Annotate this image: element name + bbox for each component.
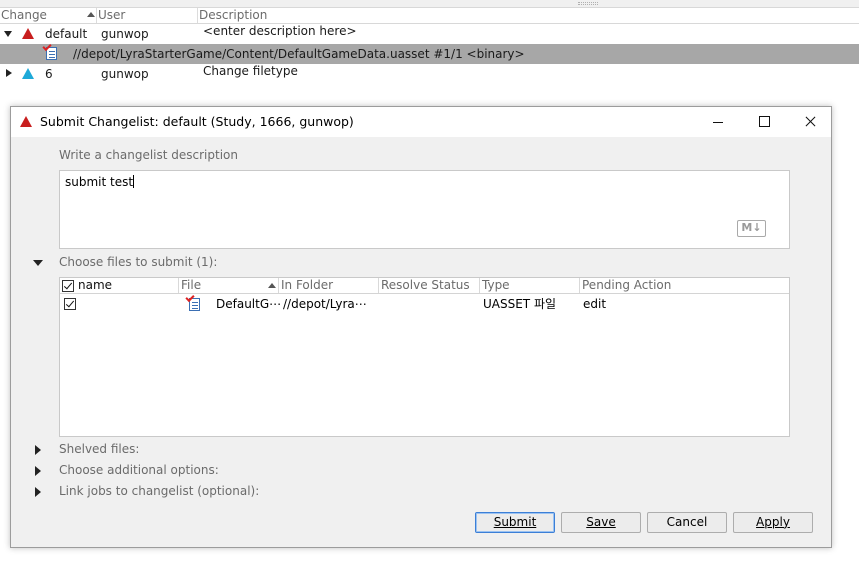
sort-ascending-icon — [268, 283, 276, 288]
col-type-label: Type — [482, 278, 510, 292]
changelist-file-row[interactable]: //depot/LyraStarterGame/Content/DefaultG… — [0, 44, 859, 64]
file-path: //depot/LyraStarterGame/Content/DefaultG… — [73, 47, 525, 61]
splitter-grip[interactable] — [578, 2, 598, 5]
description-label: Write a changelist description — [59, 148, 238, 162]
col-name-label: name — [78, 278, 113, 292]
dialog-title: Submit Changelist: default (Study, 1666,… — [40, 114, 354, 129]
additional-options-label[interactable]: Choose additional options: — [59, 463, 219, 477]
col-type[interactable]: Type — [480, 278, 580, 293]
description-value-wrap: submit test — [65, 174, 135, 190]
shelved-expand-icon[interactable] — [35, 445, 41, 455]
table-row[interactable]: DefaultG⋯ //depot/Lyra⋯ UASSET 파일 edit — [60, 295, 789, 313]
file-cell: DefaultG⋯ — [216, 297, 282, 311]
col-file[interactable]: File — [179, 278, 279, 293]
file-checkbox[interactable] — [64, 298, 76, 310]
col-in-folder[interactable]: In Folder — [279, 278, 379, 293]
col-name[interactable]: name — [60, 278, 179, 293]
pending-changelist-icon — [22, 68, 34, 79]
options-expand-icon[interactable] — [35, 466, 41, 476]
save-button-label: Save — [586, 515, 616, 529]
header-change-label: Change — [1, 8, 47, 22]
sort-ascending-icon — [87, 12, 95, 17]
cancel-button[interactable]: Cancel — [647, 512, 727, 533]
files-table: name File In Folder Resolve Status Type … — [59, 277, 790, 437]
header-user[interactable]: User — [97, 8, 198, 23]
change-name: default — [45, 27, 88, 41]
col-resolve-status[interactable]: Resolve Status — [379, 278, 480, 293]
top-strip — [0, 0, 859, 7]
text-caret — [133, 175, 135, 188]
type-cell: UASSET 파일 — [483, 297, 557, 311]
shelved-files-label[interactable]: Shelved files: — [59, 442, 139, 456]
files-table-header: name File In Folder Resolve Status Type … — [60, 278, 789, 294]
collapse-arrow-icon[interactable] — [4, 31, 12, 37]
changelist-row-6[interactable]: 6 gunwop Change filetype — [0, 64, 859, 84]
description-textarea[interactable]: submit test M↓ — [59, 170, 790, 249]
checked-out-file-icon — [46, 47, 57, 60]
changelist-row-default[interactable]: default gunwop <enter description here> — [0, 24, 859, 44]
files-section-collapse-icon[interactable] — [33, 260, 43, 266]
save-button[interactable]: Save — [561, 512, 641, 533]
submit-button[interactable]: Submit — [475, 512, 555, 533]
pending-action-cell: edit — [583, 297, 607, 311]
col-in-folder-label: In Folder — [281, 278, 334, 292]
dialog-body: Write a changelist description submit te… — [11, 137, 831, 547]
minimize-button[interactable] — [695, 107, 741, 137]
pending-changelist-icon — [22, 28, 34, 39]
col-pending-action[interactable]: Pending Action — [580, 278, 789, 293]
link-jobs-label[interactable]: Link jobs to changelist (optional): — [59, 484, 259, 498]
cancel-button-label: Cancel — [666, 515, 708, 529]
header-description-label: Description — [199, 8, 268, 22]
dialog-titlebar[interactable]: Submit Changelist: default (Study, 1666,… — [11, 107, 831, 137]
jobs-expand-icon[interactable] — [35, 487, 41, 497]
select-all-checkbox[interactable] — [62, 280, 74, 292]
expand-arrow-icon[interactable] — [6, 69, 12, 77]
change-description: <enter description here> — [203, 24, 357, 38]
files-section-label[interactable]: Choose files to submit (1): — [59, 255, 217, 269]
change-user: gunwop — [101, 67, 149, 81]
change-user: gunwop — [101, 27, 149, 41]
app-icon — [20, 116, 32, 127]
change-description: Change filetype — [203, 64, 298, 78]
header-change[interactable]: Change — [0, 8, 97, 23]
submit-button-label: Submit — [493, 515, 537, 529]
close-button[interactable] — [787, 107, 833, 137]
col-resolve-status-label: Resolve Status — [381, 278, 470, 292]
header-user-label: User — [98, 8, 126, 22]
col-pending-action-label: Pending Action — [582, 278, 672, 292]
maximize-button[interactable] — [741, 107, 787, 137]
checked-out-file-icon — [189, 298, 200, 311]
changelist-header: Change User Description — [0, 7, 859, 24]
submit-changelist-dialog: Submit Changelist: default (Study, 1666,… — [10, 106, 832, 548]
markdown-icon[interactable]: M↓ — [737, 220, 766, 237]
folder-cell: //depot/Lyra⋯ — [283, 297, 367, 311]
apply-button[interactable]: Apply — [733, 512, 813, 533]
apply-button-label: Apply — [756, 515, 790, 529]
col-file-label: File — [181, 278, 202, 292]
change-name: 6 — [45, 67, 53, 81]
description-value: submit test — [65, 175, 134, 189]
